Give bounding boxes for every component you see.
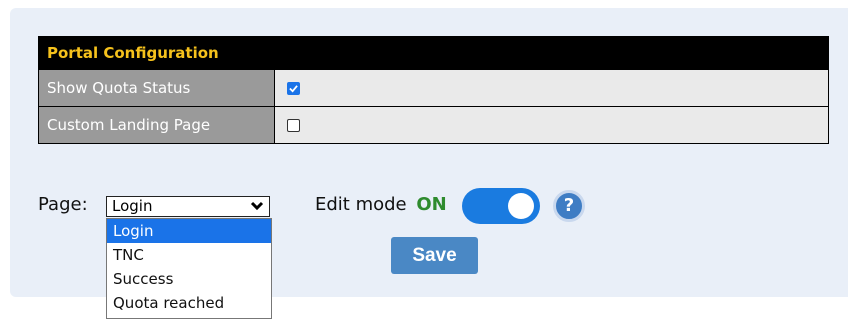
custom-landing-page-checkbox[interactable] [287,118,300,132]
page-label: Page: [38,194,88,215]
row-label: Show Quota Status [39,70,275,106]
table-header: Portal Configuration [39,37,828,69]
page-dropdown-menu: Login TNC Success Quota reached [106,218,272,319]
dropdown-option-success[interactable]: Success [107,267,271,291]
toggle-knob [508,193,534,219]
chevron-down-icon [250,201,264,211]
row-value [275,107,828,143]
edit-mode-text: Edit mode [315,194,407,215]
edit-mode-toggle[interactable] [462,188,540,224]
row-value [275,70,828,106]
dropdown-option-login[interactable]: Login [107,219,271,243]
save-button[interactable]: Save [391,237,478,274]
help-icon[interactable]: ? [553,190,585,222]
page-select[interactable]: Login [106,196,270,217]
show-quota-status-checkbox[interactable] [287,81,300,95]
check-icon [289,84,298,93]
page-select-value: Login [112,197,153,215]
edit-mode-label: Edit mode ON [315,194,447,215]
portal-configuration-table: Portal Configuration Show Quota Status C… [38,36,829,144]
dropdown-option-tnc[interactable]: TNC [107,243,271,267]
dropdown-option-quota-reached[interactable]: Quota reached [107,291,271,315]
table-row-custom-landing-page: Custom Landing Page [39,106,828,143]
row-label: Custom Landing Page [39,107,275,143]
table-row-show-quota-status: Show Quota Status [39,69,828,106]
edit-mode-state: ON [416,194,447,215]
